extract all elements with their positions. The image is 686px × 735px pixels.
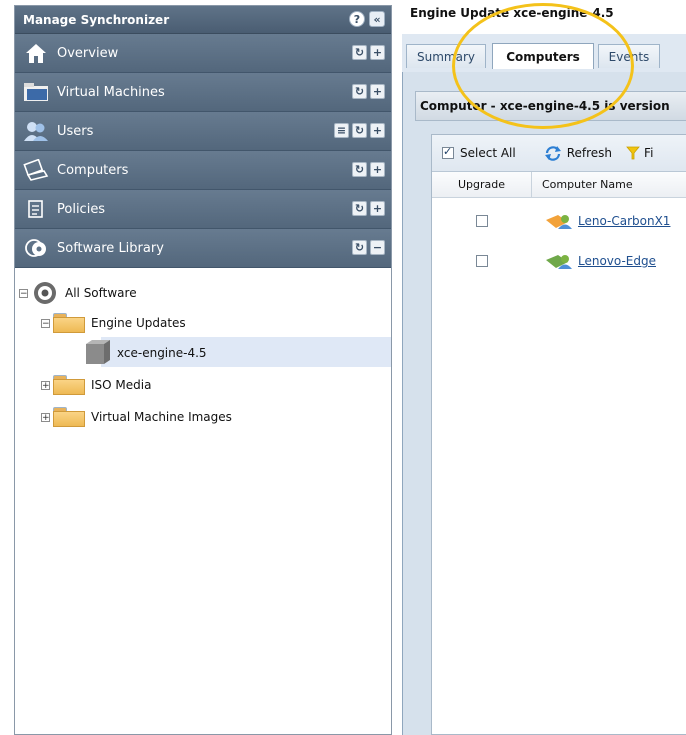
- tree-node-engine-updates[interactable]: − Engine Updates: [41, 308, 186, 338]
- folder-icon: [53, 407, 85, 427]
- sidebar-title: Manage Synchronizer: [23, 12, 170, 27]
- refresh-icon[interactable]: ↻: [352, 201, 367, 216]
- computer-link[interactable]: Leno-CarbonX1: [578, 214, 670, 228]
- list-icon[interactable]: ≡: [334, 123, 349, 138]
- filter-label: Fi: [644, 146, 654, 160]
- tree-node-iso-media[interactable]: + ISO Media: [41, 370, 151, 400]
- tree-label: Engine Updates: [91, 316, 186, 330]
- nav-users[interactable]: Users ≡ ↻ +: [15, 112, 391, 151]
- collapse-sidebar-icon[interactable]: «: [369, 11, 385, 27]
- filter-icon: [626, 146, 640, 160]
- add-icon[interactable]: +: [370, 45, 385, 60]
- grid-toolbar: Select All Refresh Fi: [432, 135, 686, 172]
- expand-icon[interactable]: +: [41, 412, 50, 422]
- tree-label: xce-engine-4.5: [117, 346, 207, 360]
- refresh-icon: [544, 146, 561, 161]
- computer-icon: [19, 157, 53, 183]
- computer-user-icon: [546, 255, 572, 269]
- disc-icon: [19, 235, 53, 261]
- nav-policies-label: Policies: [57, 201, 106, 217]
- nav-users-label: Users: [57, 123, 94, 139]
- nav-software-library-label: Software Library: [57, 240, 164, 256]
- computer-link[interactable]: Lenovo-Edge: [578, 254, 656, 268]
- version-banner: Computer - xce-engine-4.5 is version: [415, 91, 686, 121]
- tab-events[interactable]: Events: [598, 44, 660, 68]
- add-icon[interactable]: +: [370, 84, 385, 99]
- expand-icon[interactable]: +: [41, 380, 50, 390]
- help-icon[interactable]: ?: [349, 11, 365, 27]
- tree-node-all-software[interactable]: − All Software: [19, 278, 137, 308]
- nav-software-library[interactable]: Software Library ↻ −: [15, 229, 391, 268]
- disc-icon: [34, 282, 56, 304]
- table-row[interactable]: Lenovo-Edge: [432, 241, 686, 281]
- refresh-button[interactable]: Refresh: [544, 145, 612, 161]
- select-all-checkbox[interactable]: [442, 145, 454, 159]
- users-icon: [19, 118, 53, 144]
- tree-node-xce-engine[interactable]: xce-engine-4.5: [83, 338, 207, 368]
- add-icon[interactable]: +: [370, 162, 385, 177]
- nav-policies[interactable]: Policies ↻ +: [15, 190, 391, 229]
- page-title: Engine Update xce-engine-4.5: [410, 6, 614, 20]
- nav-virtual-machines[interactable]: Virtual Machines ↻ +: [15, 73, 391, 112]
- add-icon[interactable]: +: [370, 123, 385, 138]
- nav-virtual-machines-label: Virtual Machines: [57, 84, 165, 100]
- nav-computers[interactable]: Computers ↻ +: [15, 151, 391, 190]
- refresh-icon[interactable]: ↻: [352, 240, 367, 255]
- tree-node-vm-images[interactable]: + Virtual Machine Images: [41, 402, 232, 432]
- tree-label: All Software: [65, 286, 137, 300]
- tab-computers[interactable]: Computers: [492, 43, 594, 69]
- sidebar: Manage Synchronizer ? « Overview ↻ + Vir…: [14, 5, 392, 735]
- upgrade-checkbox[interactable]: [476, 255, 488, 267]
- refresh-label: Refresh: [566, 146, 613, 160]
- nav-overview[interactable]: Overview ↻ +: [15, 34, 391, 73]
- tree-label: ISO Media: [91, 378, 152, 392]
- nav-overview-label: Overview: [57, 45, 119, 61]
- column-header-upgrade[interactable]: Upgrade: [432, 172, 532, 198]
- folder-icon: [53, 375, 85, 395]
- refresh-icon[interactable]: ↻: [352, 84, 367, 99]
- computer-user-icon: [546, 215, 572, 229]
- tab-summary[interactable]: Summary: [406, 44, 486, 68]
- computers-grid: Select All Refresh Fi Upgrade Computer N…: [431, 134, 686, 735]
- tab-bar: Summary Computers Events: [402, 34, 686, 73]
- detail-panel: Engine Update xce-engine-4.5 Summary Com…: [398, 0, 686, 735]
- add-icon[interactable]: +: [370, 201, 385, 216]
- upgrade-checkbox[interactable]: [476, 215, 488, 227]
- refresh-icon[interactable]: ↻: [352, 45, 367, 60]
- collapse-icon[interactable]: −: [19, 288, 28, 298]
- nav-computers-label: Computers: [57, 162, 129, 178]
- collapse-icon[interactable]: −: [41, 318, 50, 328]
- package-icon: [86, 340, 110, 364]
- select-all-label[interactable]: Select All: [460, 146, 516, 160]
- table-row[interactable]: Leno-CarbonX1: [432, 201, 686, 241]
- column-header-computer-name[interactable]: Computer Name: [532, 172, 686, 198]
- folder-icon: [19, 79, 53, 105]
- home-icon: [19, 40, 53, 66]
- tree-label: Virtual Machine Images: [91, 410, 232, 424]
- folder-icon: [53, 313, 85, 333]
- sidebar-header: Manage Synchronizer ? «: [15, 6, 391, 34]
- collapse-icon[interactable]: −: [370, 240, 385, 255]
- refresh-icon[interactable]: ↻: [352, 123, 367, 138]
- policy-icon: [19, 196, 53, 222]
- tab-content: Computer - xce-engine-4.5 is version Sel…: [402, 72, 686, 735]
- refresh-icon[interactable]: ↻: [352, 162, 367, 177]
- filter-button[interactable]: Fi: [626, 146, 653, 160]
